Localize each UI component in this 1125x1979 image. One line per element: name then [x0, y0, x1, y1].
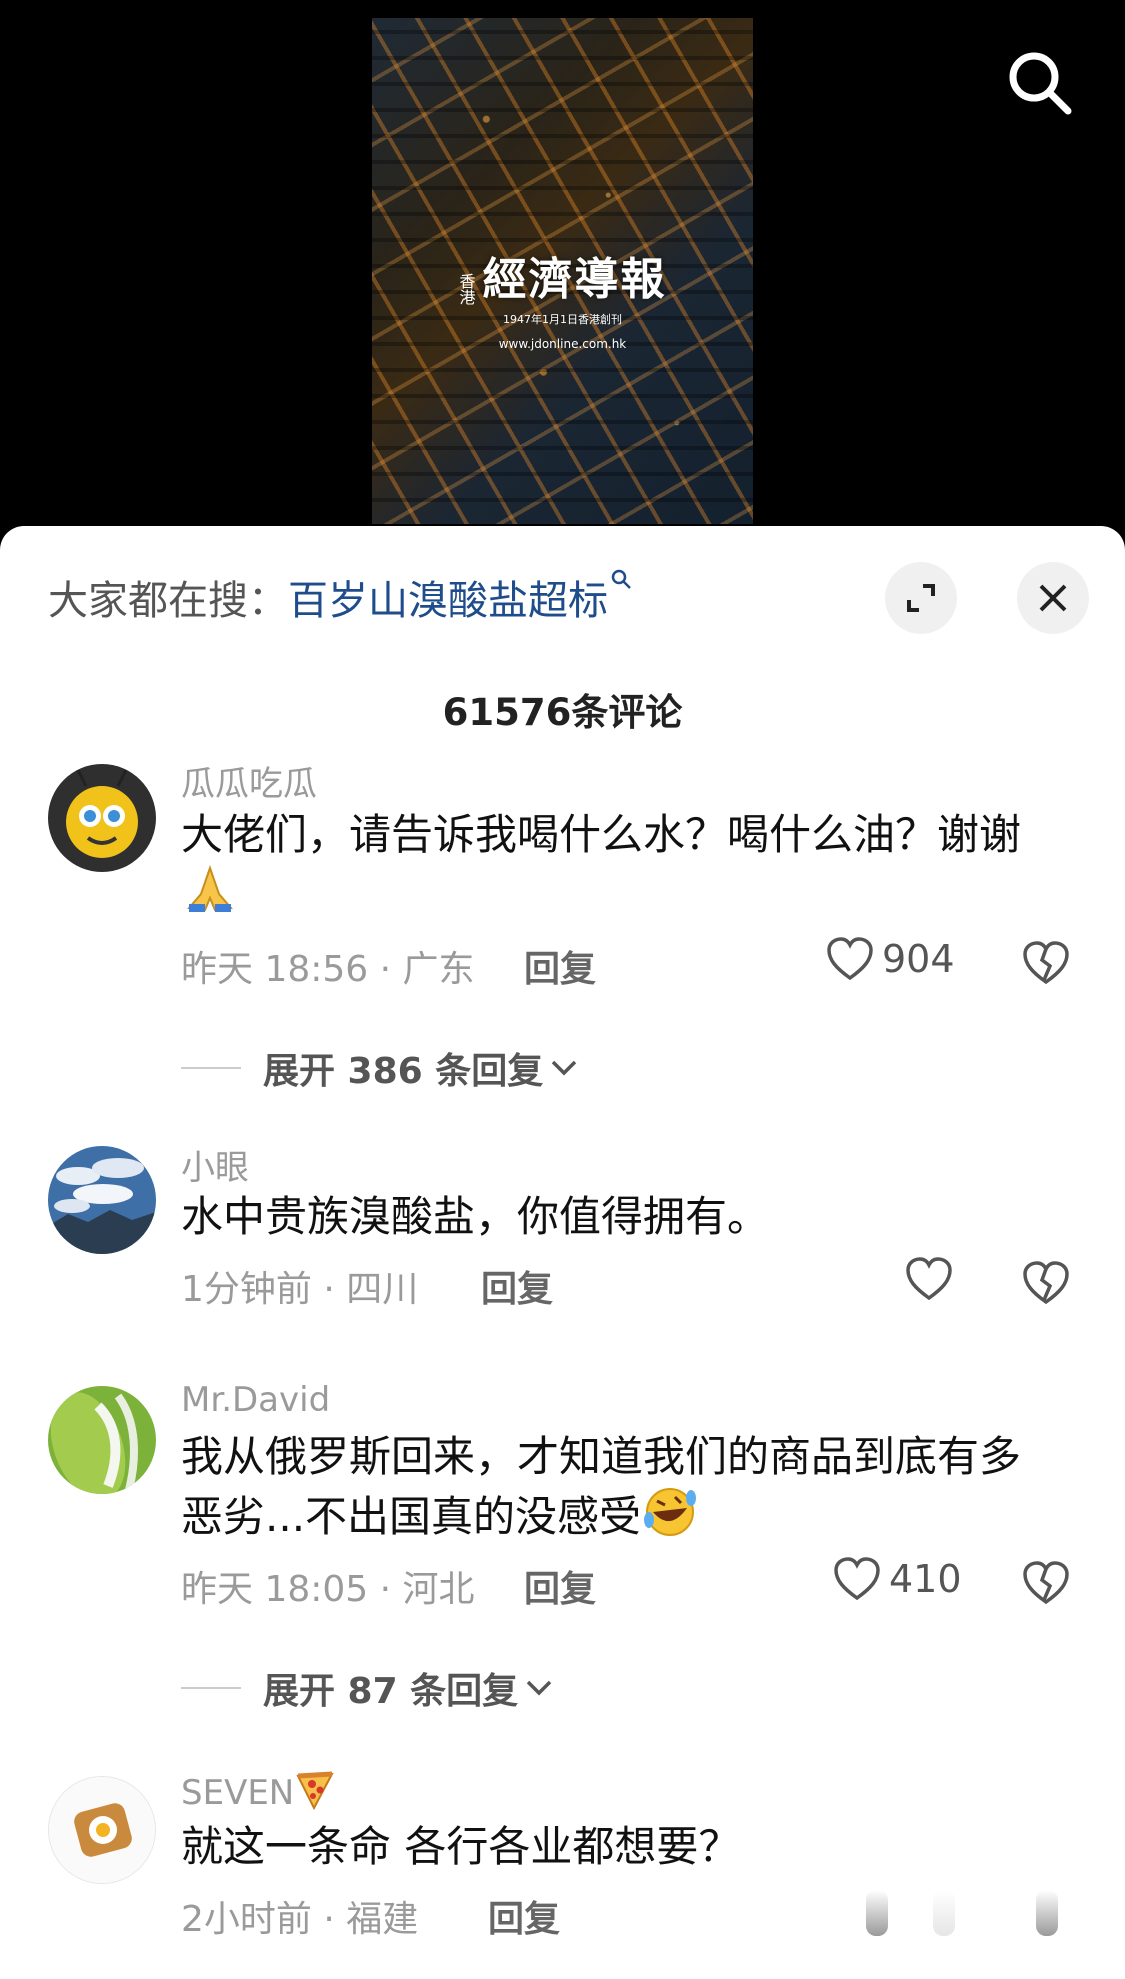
comment-text-body: 我从俄罗斯回来，才知道我们的商品到底有多恶劣...不出国真的没感受	[181, 1432, 1022, 1541]
chevron-down-icon	[526, 1680, 552, 1696]
scroll-indicator-right	[1036, 1890, 1058, 1936]
dislike-button[interactable]	[1022, 1560, 1072, 1610]
expand-icon	[907, 584, 935, 612]
like-button[interactable]: 410	[833, 1556, 962, 1602]
comment-author-name: SEVEN	[181, 1773, 295, 1813]
chevron-down-icon	[551, 1060, 577, 1076]
like-count: 904	[882, 937, 955, 981]
video-player[interactable]: 香港 經濟導報 1947年1月1日香港創刊 www.jdonline.com.hk	[372, 18, 753, 524]
trending-search-query[interactable]: 百岁山溴酸盐超标	[288, 578, 608, 624]
comment-author[interactable]: SEVEN	[181, 1770, 336, 1819]
logo-sub-text: 1947年1月1日香港創刊	[503, 313, 622, 326]
search-button[interactable]	[1005, 48, 1075, 118]
trending-search-bar[interactable]: 大家都在搜：百岁山溴酸盐超标	[48, 568, 634, 626]
reply-button[interactable]: 回复	[488, 1890, 560, 1942]
avatar-leaf-image	[48, 1386, 156, 1494]
comment-meta: 昨天 18:05 · 河北	[181, 1569, 475, 1610]
comment-meta: 2小时前 · 福建	[181, 1899, 419, 1940]
broken-heart-icon	[1023, 1261, 1069, 1305]
avatar[interactable]	[48, 1146, 156, 1254]
comment-author[interactable]: 瓜瓜吃瓜	[181, 756, 317, 805]
like-button[interactable]	[905, 1256, 961, 1302]
rolling-laughing-icon	[641, 1486, 699, 1553]
avatar-toast-image	[49, 1777, 155, 1883]
like-button[interactable]: 904	[826, 936, 955, 982]
divider-line	[181, 1067, 241, 1069]
broken-heart-icon	[1023, 941, 1069, 985]
logo-main-text: 經濟導報	[482, 254, 667, 305]
folded-hands-icon	[181, 864, 239, 929]
logo-url-text: www.jdonline.com.hk	[498, 337, 627, 351]
broken-heart-icon	[1023, 1561, 1069, 1605]
search-small-icon	[611, 569, 631, 589]
pizza-icon	[294, 1770, 336, 1819]
comment-text: 水中贵族溴酸盐，你值得拥有。	[181, 1192, 770, 1241]
heart-icon	[827, 937, 873, 981]
divider-line	[181, 1687, 241, 1689]
comment-author[interactable]: Mr.David	[181, 1380, 330, 1420]
comment-text: 就这一条命 各行各业都想要？	[181, 1822, 741, 1871]
comment-text: 大佬们，请告诉我喝什么水？喝什么油？谢谢	[181, 806, 1061, 929]
reply-button[interactable]: 回复	[481, 1260, 553, 1312]
comment-text: 我从俄罗斯回来，才知道我们的商品到底有多恶劣...不出国真的没感受	[181, 1428, 1061, 1553]
avatar-bee-image	[48, 764, 156, 872]
avatar[interactable]	[48, 764, 156, 872]
comment-meta: 昨天 18:56 · 广东	[181, 949, 475, 990]
comment-count: 61576条评论	[442, 691, 683, 734]
scroll-indicator-mid	[933, 1890, 955, 1936]
comments-panel: 大家都在搜：百岁山溴酸盐超标 61576条评论 瓜瓜吃瓜 大佬们，请告诉我喝什么…	[0, 526, 1125, 1979]
reply-button[interactable]: 回复	[524, 1560, 596, 1612]
expand-replies-label: 展开 386 条回复	[263, 1051, 544, 1092]
screen: 香港 經濟導報 1947年1月1日香港創刊 www.jdonline.com.hk…	[0, 0, 1125, 1979]
comment-meta: 1分钟前 · 四川	[181, 1269, 419, 1310]
video-watermark-logo: 香港 經濟導報 1947年1月1日香港創刊 www.jdonline.com.hk	[372, 243, 753, 351]
expand-panel-button[interactable]	[885, 562, 957, 634]
expand-replies-label: 展开 87 条回复	[263, 1671, 519, 1712]
dislike-button[interactable]	[1022, 940, 1072, 990]
heart-icon	[906, 1257, 952, 1301]
reply-button[interactable]: 回复	[524, 940, 596, 992]
heart-icon	[834, 1557, 880, 1601]
like-count: 410	[889, 1557, 962, 1601]
scroll-indicator-left	[866, 1890, 888, 1936]
search-icon	[1009, 52, 1072, 115]
close-panel-button[interactable]	[1017, 562, 1089, 634]
trending-search-label: 大家都在搜：	[48, 578, 288, 624]
close-icon	[1039, 584, 1067, 612]
expand-replies-button[interactable]: 展开 386 条回复	[181, 1042, 581, 1094]
comment-author[interactable]: 小眼	[181, 1140, 249, 1189]
avatar-sky-image	[48, 1146, 156, 1254]
logo-side-text: 香港	[459, 271, 476, 307]
avatar[interactable]	[48, 1386, 156, 1494]
avatar[interactable]	[48, 1776, 156, 1884]
dislike-button[interactable]	[1022, 1260, 1072, 1310]
expand-replies-button[interactable]: 展开 87 条回复	[181, 1662, 556, 1714]
comment-text-body: 大佬们，请告诉我喝什么水？喝什么油？谢谢	[181, 810, 1022, 859]
